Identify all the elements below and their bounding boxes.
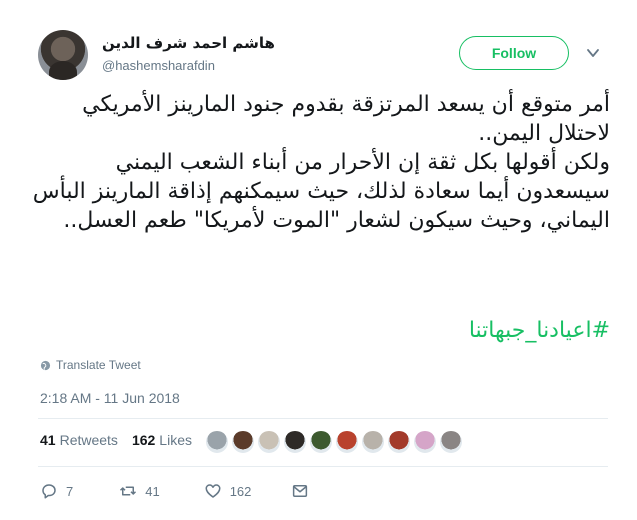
reply-count: 7 <box>66 483 74 499</box>
retweets-label: Retweets <box>59 432 118 448</box>
likes-stat[interactable]: 162 Likes <box>132 432 192 448</box>
liker-avatar[interactable] <box>360 429 386 455</box>
author-handle[interactable]: @hashemsharafdin <box>102 58 215 73</box>
retweet-count: 41 <box>145 483 160 499</box>
translate-label: Translate Tweet <box>56 358 141 372</box>
liker-avatar[interactable] <box>386 429 412 455</box>
retweets-count: 41 <box>40 432 56 448</box>
liker-avatar[interactable] <box>204 429 230 455</box>
hashtag-link[interactable]: #اعيادنا_جبهاتنا <box>30 318 610 343</box>
retweet-button[interactable]: 41 <box>119 482 160 500</box>
tweet-header: هاشم احمد شرف الدين @hashemsharafdin Fol… <box>38 30 608 82</box>
divider <box>38 466 608 467</box>
retweet-icon <box>120 486 137 496</box>
tweet-text: أمر متوقع أن يسعد المرتزقة بقدوم جنود ال… <box>32 92 610 233</box>
liker-avatar[interactable] <box>438 429 464 455</box>
envelope-icon <box>293 485 308 497</box>
globe-icon <box>40 360 51 370</box>
likes-count: 162 <box>131 432 156 448</box>
avatar[interactable] <box>38 30 88 80</box>
author-name[interactable]: هاشم احمد شرف الدين <box>102 34 275 52</box>
liker-avatar[interactable] <box>334 429 360 455</box>
translate-tweet-link[interactable]: Translate Tweet <box>40 358 141 372</box>
reply-icon <box>42 484 56 499</box>
liker-avatar[interactable] <box>256 429 282 455</box>
like-count: 162 <box>229 483 252 499</box>
chevron-down-icon[interactable] <box>586 46 600 60</box>
likes-label: Likes <box>159 432 192 448</box>
liker-avatar[interactable] <box>230 429 256 455</box>
reply-button[interactable]: 7 <box>40 482 73 500</box>
liker-avatar[interactable] <box>308 429 334 455</box>
liker-avatar[interactable] <box>282 429 308 455</box>
retweets-stat[interactable]: 41 Retweets <box>40 432 118 448</box>
like-button[interactable]: 162 <box>204 482 252 500</box>
heart-icon <box>205 484 221 498</box>
divider <box>38 418 608 419</box>
liker-avatar[interactable] <box>412 429 438 455</box>
likers-avatars <box>204 429 464 455</box>
timestamp[interactable]: 2:18 AM - 11 Jun 2018 <box>40 390 180 406</box>
tweet-actions: 7 41 162 <box>40 482 309 500</box>
follow-button[interactable]: Follow <box>459 36 569 70</box>
tweet-stats: 41 Retweets 162 Likes <box>40 432 206 448</box>
direct-message-button[interactable] <box>291 482 309 500</box>
